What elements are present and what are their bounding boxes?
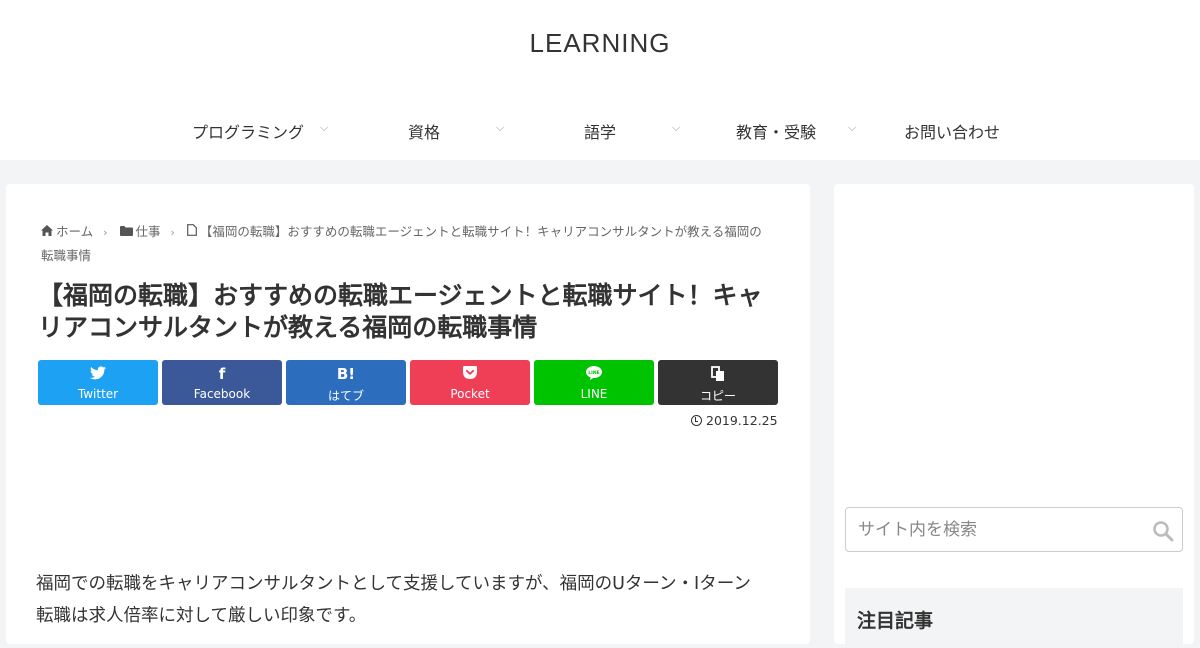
file-icon <box>187 224 197 236</box>
breadcrumb-category[interactable]: 仕事 <box>119 224 165 239</box>
article-body: 福岡での転職をキャリアコンサルタントとして支援していますが、福岡のUターン・Iタ… <box>36 568 786 632</box>
share-copy-label: コピー <box>699 389 736 403</box>
widget-title: 注目記事 <box>857 610 934 632</box>
breadcrumb-separator: › <box>103 226 108 239</box>
twitter-icon <box>38 366 158 383</box>
breadcrumb-home-label: ホーム <box>56 224 94 239</box>
share-hatena-label: はてブ <box>327 389 364 403</box>
site-header: LEARNING プログラミング ⌵ 資格 ⌵ 語学 ⌵ 教育・受験 ⌵ お問い… <box>0 0 1200 160</box>
share-hatena-button[interactable]: B! はてブ <box>286 360 406 405</box>
nav-item-label: 語学 <box>583 123 616 142</box>
share-pocket-label: Pocket <box>450 387 490 401</box>
chevron-down-icon: ⌵ <box>672 121 681 134</box>
nav-item-programming[interactable]: プログラミング ⌵ <box>160 105 336 155</box>
share-buttons: Twitter f Facebook B! はてブ Pocket LINE LI… <box>38 360 778 405</box>
share-facebook-button[interactable]: f Facebook <box>162 360 282 405</box>
share-facebook-label: Facebook <box>193 387 251 401</box>
article-paragraph-line: 転職は求人倍率に対して厳しい印象です。 <box>36 606 367 626</box>
home-icon <box>41 225 53 236</box>
post-date-value: 2019.12.25 <box>706 413 778 428</box>
chevron-down-icon: ⌵ <box>320 121 329 134</box>
pocket-icon <box>410 366 530 382</box>
chevron-down-icon: ⌵ <box>848 121 857 134</box>
nav-item-education[interactable]: 教育・受験 ⌵ <box>688 105 864 155</box>
breadcrumb-category-label: 仕事 <box>135 224 161 239</box>
facebook-icon: f <box>218 365 226 383</box>
search-icon[interactable] <box>1152 520 1174 542</box>
share-copy-button[interactable]: コピー <box>658 360 778 405</box>
article-title: 【福岡の転職】おすすめの転職エージェントと転職サイト！キャリアコンサルタントが教… <box>38 281 763 342</box>
search-input[interactable] <box>846 508 1136 551</box>
breadcrumb-separator: › <box>170 226 175 239</box>
nav-item-label: 資格 <box>407 123 440 142</box>
breadcrumb: ホーム › 仕事 › 【福岡の転職】おすすめの転職エージェントと転職サイト！キャ… <box>41 220 771 267</box>
copy-icon <box>658 366 778 385</box>
line-icon: LINE <box>534 366 654 383</box>
nav-item-contact[interactable]: お問い合わせ <box>864 105 1040 155</box>
nav-item-certification[interactable]: 資格 ⌵ <box>336 105 512 155</box>
share-twitter-label: Twitter <box>77 387 119 401</box>
nav-item-label: プログラミング <box>191 123 304 142</box>
post-date: 2019.12.25 <box>691 413 778 428</box>
global-nav: プログラミング ⌵ 資格 ⌵ 語学 ⌵ 教育・受験 ⌵ お問い合わせ <box>160 105 1040 155</box>
search-box <box>845 507 1183 552</box>
nav-item-label: お問い合わせ <box>903 123 1000 142</box>
main-content: ホーム › 仕事 › 【福岡の転職】おすすめの転職エージェントと転職サイト！キャ… <box>6 184 810 644</box>
chevron-down-icon: ⌵ <box>496 121 505 134</box>
share-pocket-button[interactable]: Pocket <box>410 360 530 405</box>
folder-icon <box>119 226 133 236</box>
clock-icon <box>691 415 702 426</box>
nav-item-language[interactable]: 語学 ⌵ <box>512 105 688 155</box>
popular-posts-widget: 注目記事 <box>845 588 1183 648</box>
breadcrumb-home[interactable]: ホーム <box>41 224 97 239</box>
share-line-label: LINE <box>580 387 608 401</box>
share-line-button[interactable]: LINE LINE <box>534 360 654 405</box>
sidebar: 注目記事 <box>834 184 1194 648</box>
site-title-link[interactable]: LEARNING <box>0 28 1200 59</box>
nav-item-label: 教育・受験 <box>735 123 816 142</box>
hatena-icon: B! <box>336 365 356 383</box>
article-paragraph-line: 福岡での転職をキャリアコンサルタントとして支援していますが、福岡のUターン・Iタ… <box>36 574 751 594</box>
svg-text:LINE: LINE <box>588 370 599 376</box>
share-twitter-button[interactable]: Twitter <box>38 360 158 405</box>
